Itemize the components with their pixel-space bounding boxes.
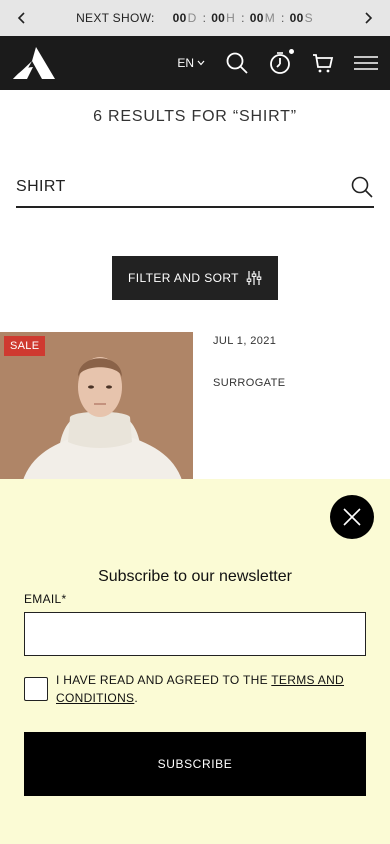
site-header: EN xyxy=(0,36,390,90)
countdown-separator: : xyxy=(241,11,245,25)
countdown-minutes: 00 xyxy=(249,11,264,25)
product-image[interactable]: SALE xyxy=(0,332,193,492)
logo-icon[interactable] xyxy=(12,45,56,81)
countdown-seconds: 00 xyxy=(289,11,304,25)
email-label: EMAIL* xyxy=(24,592,67,606)
product-photo xyxy=(0,332,193,492)
seconds-unit: S xyxy=(304,11,313,25)
search-bar xyxy=(16,168,374,208)
next-show-label: NEXT SHOW: xyxy=(76,11,155,25)
filter-sort-button[interactable]: FILTER AND SORT xyxy=(112,256,278,300)
announcement-bar: NEXT SHOW: 00 D : 00 H : 00 M : 00 S xyxy=(0,0,390,36)
sliders-icon xyxy=(246,271,262,285)
countdown-hours: 00 xyxy=(211,11,226,25)
newsletter-popup: Subscribe to our newsletter EMAIL* I HAV… xyxy=(0,479,390,844)
chevron-left-icon[interactable] xyxy=(14,10,30,26)
menu-icon[interactable] xyxy=(354,51,378,75)
language-label: EN xyxy=(177,56,194,70)
notification-dot xyxy=(289,49,294,54)
hours-unit: H xyxy=(226,11,236,25)
results-title: 6 RESULTS FOR “SHIRT” xyxy=(93,108,297,125)
chevron-down-icon xyxy=(197,60,205,66)
terms-prefix: I HAVE READ AND AGREED TO THE xyxy=(56,673,272,687)
countdown-days: 00 xyxy=(172,11,187,25)
countdown: NEXT SHOW: 00 D : 00 H : 00 M : 00 S xyxy=(76,11,314,25)
terms-agreement: I HAVE READ AND AGREED TO THE TERMS AND … xyxy=(24,671,344,707)
sale-badge: SALE xyxy=(4,336,46,356)
header-actions: EN xyxy=(177,49,378,75)
filter-sort-label: FILTER AND SORT xyxy=(128,271,239,285)
terms-checkbox[interactable] xyxy=(24,677,48,701)
search-icon[interactable] xyxy=(350,175,374,199)
close-button[interactable] xyxy=(330,495,374,539)
terms-text: I HAVE READ AND AGREED TO THE TERMS AND … xyxy=(56,671,344,707)
search-icon[interactable] xyxy=(225,51,249,75)
product-date: JUL 1, 2021 xyxy=(213,335,277,347)
cart-icon[interactable] xyxy=(311,51,335,75)
live-icon[interactable] xyxy=(268,49,294,75)
terms-suffix: . xyxy=(134,691,138,705)
newsletter-title: Subscribe to our newsletter xyxy=(98,568,292,585)
countdown-separator: : xyxy=(281,11,285,25)
product-name[interactable]: SURROGATE xyxy=(213,377,285,389)
search-input[interactable] xyxy=(16,178,350,196)
days-unit: D xyxy=(187,11,197,25)
countdown-separator: : xyxy=(202,11,207,25)
subscribe-button[interactable]: SUBSCRIBE xyxy=(24,732,366,796)
minutes-unit: M xyxy=(264,11,276,25)
close-icon xyxy=(343,508,361,526)
language-selector[interactable]: EN xyxy=(177,56,205,70)
chevron-right-icon[interactable] xyxy=(360,10,376,26)
email-field[interactable] xyxy=(24,612,366,656)
